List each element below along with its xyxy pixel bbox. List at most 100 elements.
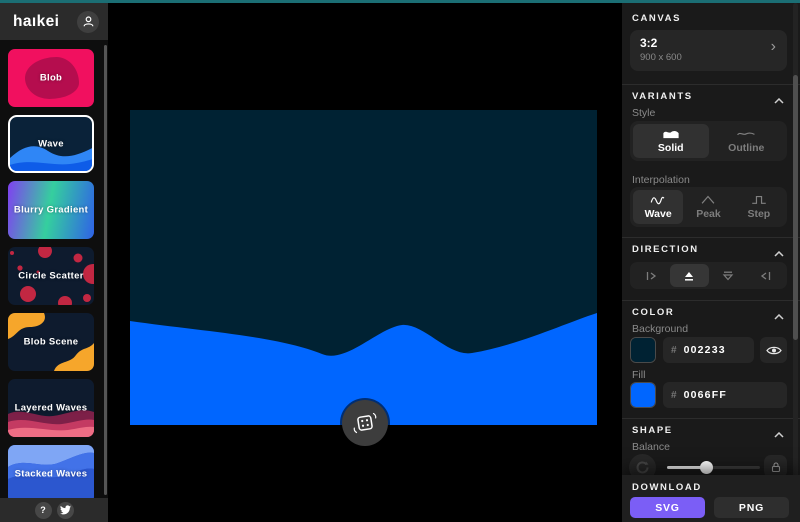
thumb-label: Blurry Gradient bbox=[8, 205, 94, 216]
interpolation-peak-label: Peak bbox=[696, 208, 721, 220]
sidebar-item-blurry-gradient[interactable]: Blurry Gradient bbox=[8, 181, 94, 239]
hash-prefix: # bbox=[671, 345, 677, 356]
outline-style-icon bbox=[735, 128, 757, 139]
section-divider bbox=[622, 418, 800, 419]
direction-down-icon bbox=[721, 269, 735, 283]
style-outline-button[interactable]: Outline bbox=[709, 124, 785, 158]
solid-style-icon bbox=[661, 128, 681, 139]
interpolation-control: Wave Peak Step bbox=[630, 187, 787, 227]
generator-sidebar: haıkei Blob Wave Blurry G bbox=[0, 3, 108, 522]
download-svg-button[interactable]: SVG bbox=[630, 497, 705, 518]
background-swatch-fill bbox=[631, 338, 655, 362]
style-control: Solid Outline bbox=[630, 121, 787, 161]
twitter-icon bbox=[60, 505, 71, 515]
sidebar-item-stacked-waves[interactable]: Stacked Waves bbox=[8, 445, 94, 501]
top-accent-line bbox=[0, 0, 800, 3]
hash-prefix: # bbox=[671, 390, 677, 401]
wave-preview-canvas bbox=[130, 110, 597, 425]
thumb-label: Blob bbox=[8, 73, 94, 84]
direction-left-icon bbox=[759, 269, 773, 283]
fill-color-swatch[interactable] bbox=[630, 382, 656, 408]
user-account-button[interactable] bbox=[77, 11, 99, 33]
chevron-up-icon bbox=[774, 251, 784, 257]
user-icon bbox=[82, 15, 95, 28]
direction-up-button[interactable] bbox=[670, 264, 708, 287]
direction-collapse-toggle[interactable] bbox=[774, 244, 784, 262]
section-divider bbox=[622, 84, 800, 85]
interpolation-wave-label: Wave bbox=[645, 208, 672, 220]
sidebar-item-wave[interactable]: Wave bbox=[8, 115, 94, 173]
interpolation-step-button[interactable]: Step bbox=[734, 190, 784, 224]
canvas-size-card[interactable]: 3:2 900 x 600 › bbox=[630, 30, 787, 71]
interpolation-label: Interpolation bbox=[632, 174, 690, 186]
canvas-stage bbox=[108, 3, 622, 522]
chevron-up-icon bbox=[774, 98, 784, 104]
direction-control bbox=[630, 262, 787, 289]
style-solid-label: Solid bbox=[658, 142, 684, 154]
balance-slider-thumb[interactable] bbox=[700, 461, 713, 474]
background-hex-input[interactable] bbox=[684, 344, 746, 356]
dice-icon bbox=[352, 410, 378, 436]
shape-section-title: SHAPE bbox=[632, 425, 673, 436]
direction-left-button[interactable] bbox=[747, 264, 785, 287]
download-png-button[interactable]: PNG bbox=[714, 497, 789, 518]
download-section-title: DOWNLOAD bbox=[632, 482, 702, 493]
interpolation-step-label: Step bbox=[747, 208, 770, 220]
color-collapse-toggle[interactable] bbox=[774, 307, 784, 325]
sidebar-item-circle-scatter[interactable]: Circle Scatter bbox=[8, 247, 94, 305]
background-color-label: Background bbox=[632, 323, 688, 335]
canvas-ratio: 3:2 bbox=[640, 36, 777, 50]
peak-interpolation-icon bbox=[699, 194, 717, 205]
background-hex-field[interactable]: # bbox=[663, 337, 754, 363]
app-logo: haıkei bbox=[13, 13, 59, 31]
balance-slider[interactable] bbox=[667, 466, 760, 469]
twitter-button[interactable] bbox=[57, 502, 74, 519]
eye-icon bbox=[766, 345, 782, 356]
style-outline-label: Outline bbox=[728, 142, 764, 154]
variants-collapse-toggle[interactable] bbox=[774, 91, 784, 109]
canvas-dimensions: 900 x 600 bbox=[640, 52, 777, 63]
direction-right-button[interactable] bbox=[632, 264, 670, 287]
fill-hex-input[interactable] bbox=[684, 389, 779, 401]
direction-up-icon bbox=[682, 269, 696, 283]
balance-label: Balance bbox=[632, 441, 670, 453]
thumb-label: Blob Scene bbox=[8, 337, 94, 348]
canvas-section-title: CANVAS bbox=[632, 13, 681, 24]
sidebar-item-blob-scene[interactable]: Blob Scene bbox=[8, 313, 94, 371]
direction-section-title: DIRECTION bbox=[632, 244, 699, 255]
direction-down-button[interactable] bbox=[709, 264, 747, 287]
reset-icon bbox=[635, 460, 650, 475]
settings-panel: CANVAS 3:2 900 x 600 › VARIANTS Style So… bbox=[622, 3, 800, 522]
panel-scrollbar-thumb[interactable] bbox=[793, 75, 798, 340]
sidebar-header: haıkei bbox=[0, 3, 108, 40]
color-section-title: COLOR bbox=[632, 307, 674, 318]
thumb-label: Circle Scatter bbox=[8, 271, 94, 282]
interpolation-peak-button[interactable]: Peak bbox=[683, 190, 733, 224]
lock-icon bbox=[770, 461, 782, 473]
section-divider bbox=[622, 237, 800, 238]
haikei-app: haıkei Blob Wave Blurry G bbox=[0, 0, 800, 522]
fill-swatch-fill bbox=[631, 383, 655, 407]
sidebar-footer: ? bbox=[0, 498, 108, 522]
sidebar-scrollbar[interactable] bbox=[104, 45, 107, 495]
background-visibility-button[interactable] bbox=[760, 337, 787, 363]
chevron-right-icon: › bbox=[771, 39, 776, 55]
section-divider bbox=[622, 300, 800, 301]
direction-right-icon bbox=[644, 269, 658, 283]
style-label: Style bbox=[632, 107, 655, 119]
sidebar-item-layered-waves[interactable]: Layered Waves bbox=[8, 379, 94, 437]
chevron-up-icon bbox=[774, 432, 784, 438]
fill-color-label: Fill bbox=[632, 369, 645, 381]
fill-hex-field[interactable]: # bbox=[663, 382, 787, 408]
background-color-swatch[interactable] bbox=[630, 337, 656, 363]
chevron-up-icon bbox=[774, 314, 784, 320]
question-icon: ? bbox=[40, 505, 46, 515]
thumb-label: Stacked Waves bbox=[8, 469, 94, 480]
sidebar-item-blob[interactable]: Blob bbox=[8, 49, 94, 107]
randomize-button[interactable] bbox=[342, 400, 388, 446]
shape-collapse-toggle[interactable] bbox=[774, 425, 784, 443]
style-solid-button[interactable]: Solid bbox=[633, 124, 709, 158]
interpolation-wave-button[interactable]: Wave bbox=[633, 190, 683, 224]
wave-interpolation-icon bbox=[649, 194, 667, 205]
help-button[interactable]: ? bbox=[35, 502, 52, 519]
